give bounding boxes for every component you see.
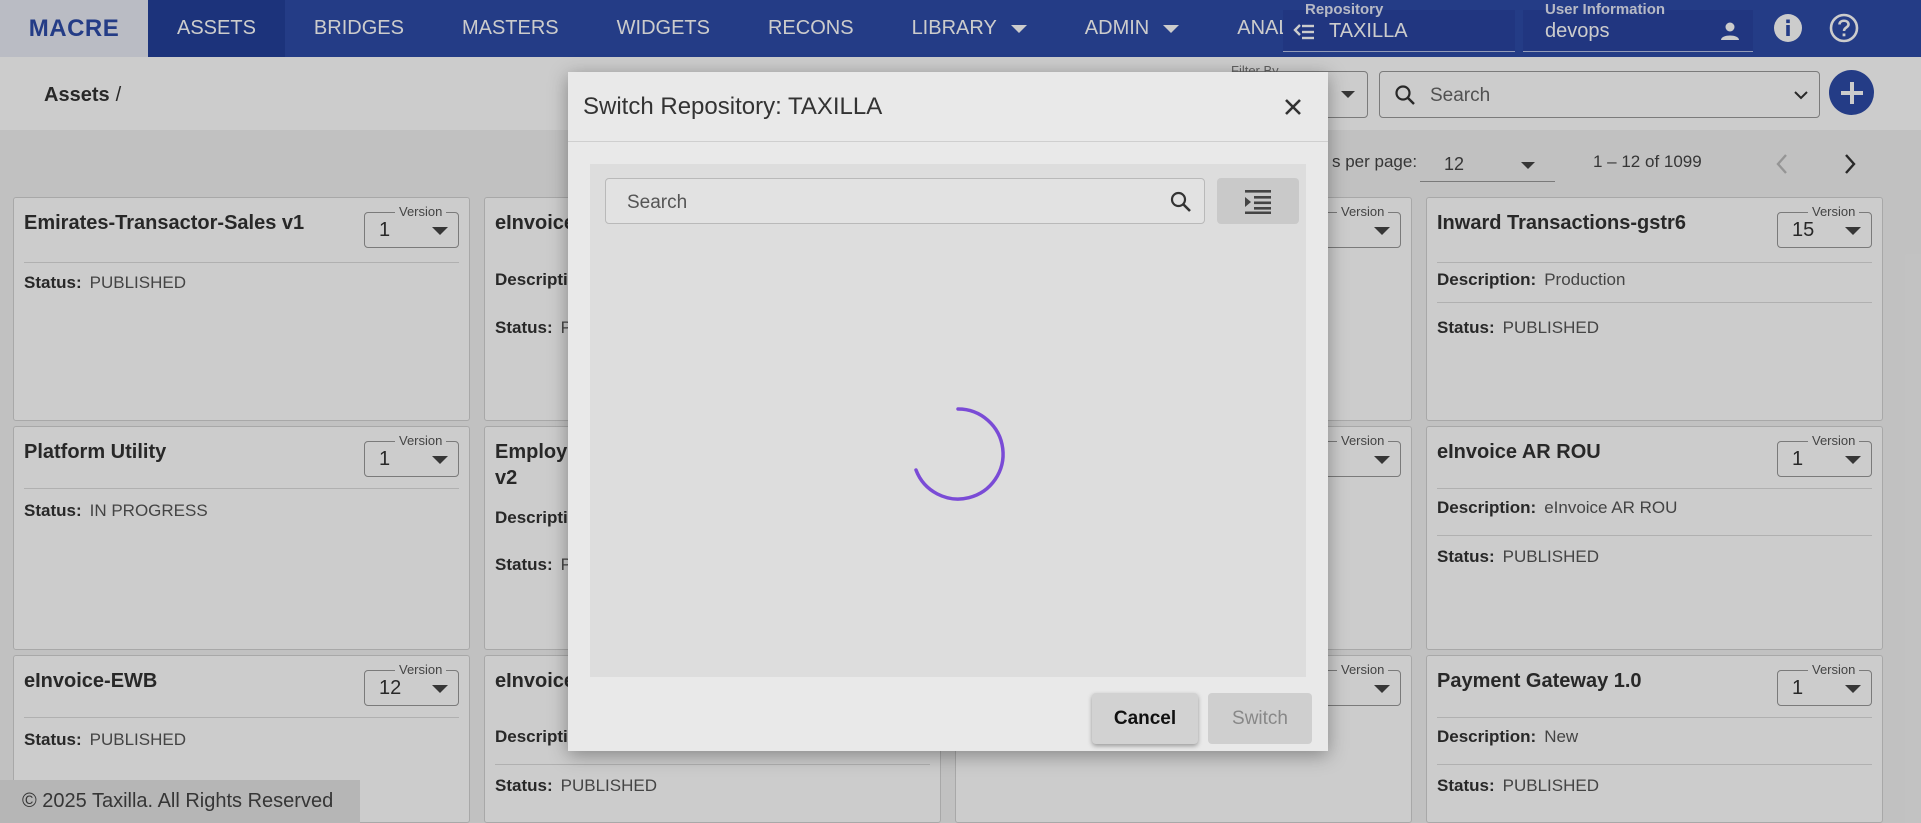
switch-button[interactable]: Switch bbox=[1208, 693, 1312, 744]
search-icon bbox=[1170, 191, 1191, 212]
toggle-tree-view-button[interactable] bbox=[1217, 178, 1299, 224]
dialog-title: Switch Repository: TAXILLA bbox=[583, 93, 883, 120]
format-indent-icon bbox=[1245, 190, 1271, 214]
loading-spinner-icon bbox=[914, 407, 1005, 501]
search-placeholder: Search bbox=[627, 192, 688, 213]
cancel-button[interactable]: Cancel bbox=[1092, 693, 1198, 744]
dialog-footer: Cancel Switch bbox=[568, 677, 1328, 751]
dialog-body: Search bbox=[590, 164, 1306, 740]
repository-search-input[interactable]: Search bbox=[605, 178, 1205, 224]
close-icon[interactable] bbox=[1278, 92, 1308, 122]
dialog-header: Switch Repository: TAXILLA bbox=[568, 72, 1328, 142]
switch-repository-dialog: Switch Repository: TAXILLA Search Cancel… bbox=[568, 72, 1328, 751]
